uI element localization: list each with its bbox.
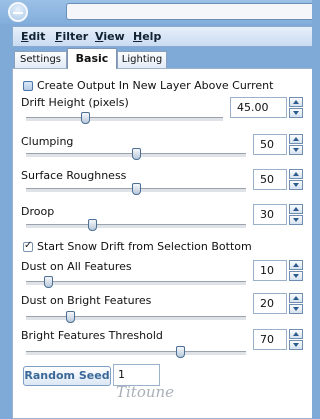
spin-down-icon[interactable] (289, 215, 303, 225)
param-value-input[interactable]: 50 (253, 134, 287, 155)
app-icon[interactable] (8, 2, 28, 22)
menu-edit[interactable]: Edit (21, 30, 45, 43)
param-slider-track[interactable] (26, 224, 246, 229)
tab-strip: Settings Basic Lighting (12, 48, 312, 69)
param-slider-thumb[interactable] (88, 219, 97, 231)
snow-drift-checkbox[interactable] (23, 240, 33, 252)
spin-down-icon[interactable] (289, 145, 303, 155)
spin-up-icon[interactable] (289, 260, 303, 270)
param-spinner[interactable] (289, 260, 303, 281)
param-label: Droop (21, 205, 55, 218)
tab-settings[interactable]: Settings (14, 51, 67, 68)
param-spinner[interactable] (289, 293, 303, 314)
title-field (66, 3, 312, 20)
spin-up-icon[interactable] (289, 97, 303, 107)
param-value-input[interactable]: 10 (253, 260, 287, 281)
param-value-input[interactable]: 45.00 (230, 97, 287, 118)
param-slider-track[interactable] (26, 281, 246, 286)
menu-help[interactable]: Help (133, 30, 161, 43)
create-output-checkbox[interactable] (23, 81, 33, 91)
spin-up-icon[interactable] (289, 134, 303, 144)
watermark: Titoune (116, 383, 175, 401)
spin-up-icon[interactable] (289, 329, 303, 339)
title-bar (0, 0, 312, 24)
param-slider-thumb[interactable] (132, 148, 141, 160)
param-slider-thumb[interactable] (81, 112, 91, 124)
param-label: Dust on Bright Features (21, 294, 152, 307)
snow-drift-label: Start Snow Drift from Selection Bottom (37, 240, 252, 253)
create-output-label: Create Output In New Layer Above Current (37, 79, 274, 92)
menu-bar: Edit Filter View Help (12, 26, 312, 47)
spin-up-icon[interactable] (289, 293, 303, 303)
menu-view[interactable]: View (95, 30, 125, 43)
param-label: Dust on All Features (21, 260, 132, 273)
param-slider-track[interactable] (26, 117, 223, 122)
param-slider-thumb[interactable] (44, 276, 53, 288)
tab-basic[interactable]: Basic (67, 48, 117, 69)
param-label: Drift Height (pixels) (21, 96, 129, 109)
spin-down-icon[interactable] (289, 108, 303, 118)
spin-up-icon[interactable] (289, 204, 303, 214)
spin-down-icon[interactable] (289, 304, 303, 314)
menu-filter[interactable]: Filter (55, 30, 88, 43)
param-slider-track[interactable] (26, 351, 246, 356)
param-spinner[interactable] (289, 134, 303, 155)
param-slider-thumb[interactable] (176, 346, 185, 358)
param-spinner[interactable] (289, 97, 303, 118)
param-value-input[interactable]: 70 (253, 329, 287, 350)
param-slider-thumb[interactable] (132, 183, 141, 195)
param-slider-track[interactable] (26, 316, 246, 321)
param-label: Bright Features Threshold (21, 329, 163, 342)
param-value-input[interactable]: 50 (253, 169, 287, 190)
param-label: Surface Roughness (21, 169, 127, 182)
param-label: Clumping (21, 135, 74, 148)
param-spinner[interactable] (289, 329, 303, 350)
param-slider-thumb[interactable] (66, 311, 75, 323)
param-spinner[interactable] (289, 169, 303, 190)
tab-lighting[interactable]: Lighting (117, 51, 167, 68)
spin-down-icon[interactable] (289, 180, 303, 190)
spin-down-icon[interactable] (289, 340, 303, 350)
param-value-input[interactable]: 20 (253, 293, 287, 314)
spin-up-icon[interactable] (289, 169, 303, 179)
random-seed-button[interactable]: Random Seed (23, 366, 111, 386)
spin-down-icon[interactable] (289, 271, 303, 281)
param-value-input[interactable]: 30 (253, 204, 287, 225)
param-spinner[interactable] (289, 204, 303, 225)
